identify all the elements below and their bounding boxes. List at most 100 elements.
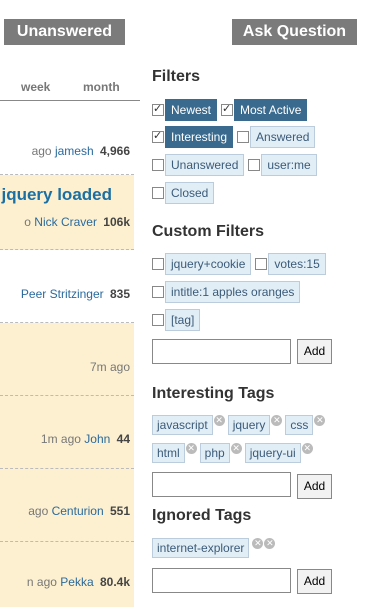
custom-filter-row: [tag] [152, 309, 204, 331]
user-link[interactable]: Peer Stritzinger [21, 287, 104, 301]
ignored-tags-heading: Ignored Tags [152, 507, 252, 524]
checkbox[interactable] [152, 286, 164, 298]
checkbox[interactable] [152, 102, 164, 116]
add-interesting-tag-button[interactable]: Add [297, 474, 332, 499]
checkbox[interactable] [152, 258, 164, 270]
custom-filter-row: intitle:1 apples oranges [152, 281, 304, 303]
interesting-tag[interactable]: jquery [227, 415, 271, 435]
interesting-tags-heading: Interesting Tags [152, 385, 275, 402]
filter-newest[interactable]: Newest [152, 99, 219, 121]
user-reputation: 44 [116, 432, 130, 446]
remove-tag-icon[interactable]: ✕ [301, 443, 313, 454]
custom-filter-label[interactable]: jquery+cookie [165, 253, 252, 275]
filter-label[interactable]: user:me [261, 154, 317, 176]
filter-closed[interactable]: Closed [152, 182, 216, 204]
custom-filter[interactable]: votes:15 [255, 253, 327, 275]
filter-most-active[interactable]: Most Active [221, 99, 309, 121]
remove-tag-icon[interactable]: ✕ [185, 443, 197, 454]
checkbox[interactable] [152, 159, 164, 171]
filter-interesting[interactable]: Interesting [152, 126, 235, 148]
checkbox[interactable] [237, 131, 250, 143]
filter-row: Closed [152, 182, 218, 204]
user-link[interactable]: Centurion [52, 504, 104, 518]
checkbox[interactable] [152, 129, 164, 143]
user-link[interactable]: John [84, 432, 110, 446]
filters-heading: Filters [152, 68, 201, 85]
user-reputation: 835 [109, 287, 130, 301]
question-time: ago [31, 144, 52, 158]
user-reputation: 80.4k [99, 575, 130, 589]
checkbox[interactable] [248, 159, 261, 171]
custom-filters-heading: Custom Filters [152, 223, 265, 240]
remove-tag-icon[interactable]: ✕ [264, 538, 276, 549]
question-row[interactable]: 1m ago John 44 [0, 396, 134, 469]
custom-filter-label[interactable]: votes:15 [268, 253, 326, 275]
user-reputation: 4,966 [99, 144, 130, 158]
ignored-tag-input[interactable] [152, 568, 291, 593]
question-list: week month ago jamesh 4,966 jquery loade… [0, 70, 140, 607]
question-time: ago [28, 504, 49, 518]
filter-label[interactable]: Unanswered [165, 154, 245, 176]
interesting-tags-row: html ✕ php ✕ jquery-ui ✕ [152, 443, 316, 463]
add-custom-filter-button[interactable]: Add [297, 339, 332, 364]
question-row[interactable]: ago Centurion 551 [0, 469, 134, 542]
interesting-tag[interactable]: jquery-ui [244, 443, 301, 463]
ask-question-button[interactable]: Ask Question [232, 19, 357, 45]
filter-label[interactable]: Most Active [234, 99, 308, 121]
question-row[interactable]: n ago Pekka 80.4k [0, 542, 134, 607]
question-row[interactable]: jquery loaded o Nick Craver 106k [0, 175, 134, 250]
user-reputation: 106k [103, 215, 130, 229]
remove-tag-icon[interactable]: ✕ [252, 538, 264, 549]
custom-filter[interactable]: [tag] [152, 309, 202, 331]
user-reputation: 551 [109, 504, 130, 518]
filter-row: Interesting Answered [152, 126, 319, 148]
interesting-tag-input[interactable] [152, 472, 291, 497]
checkbox[interactable] [152, 314, 164, 326]
checkbox[interactable] [221, 102, 234, 116]
custom-filter[interactable]: intitle:1 apples oranges [152, 281, 302, 303]
question-time: 7m ago [89, 360, 130, 374]
filter-label[interactable]: Interesting [165, 126, 234, 148]
custom-filter-label[interactable]: intitle:1 apples oranges [165, 281, 301, 303]
filter-answered[interactable]: Answered [237, 126, 317, 148]
unanswered-button[interactable]: Unanswered [4, 19, 125, 45]
remove-tag-icon[interactable]: ✕ [314, 415, 326, 426]
interesting-tags-row: javascript ✕ jquery ✕ css ✕ [152, 415, 328, 435]
user-link[interactable]: Pekka [60, 575, 93, 589]
interesting-tag[interactable]: html [152, 443, 185, 463]
interesting-tag[interactable]: javascript [152, 415, 213, 435]
ignored-tag[interactable]: internet-explorer [152, 538, 250, 558]
filter-unanswered[interactable]: Unanswered [152, 154, 246, 176]
custom-filter-input[interactable] [152, 339, 291, 364]
remove-tag-icon[interactable]: ✕ [213, 415, 225, 426]
tab-month[interactable]: month [83, 80, 120, 94]
question-time: o [24, 215, 31, 229]
ignored-tags-row: internet-explorer ✕ ✕ [152, 538, 278, 558]
filter-user-me[interactable]: user:me [248, 154, 318, 176]
interesting-tag[interactable]: php [199, 443, 230, 463]
filter-label[interactable]: Newest [165, 99, 218, 121]
custom-filter-row: jquery+cookie votes:15 [152, 253, 330, 275]
checkbox[interactable] [152, 187, 164, 199]
filter-row: Unanswered user:me [152, 154, 321, 176]
question-row[interactable]: 7m ago [0, 323, 134, 396]
add-ignored-tag-button[interactable]: Add [297, 569, 332, 594]
user-link[interactable]: Nick Craver [34, 215, 97, 229]
user-link[interactable]: jamesh [55, 144, 94, 158]
checkbox[interactable] [255, 258, 268, 270]
custom-filter[interactable]: jquery+cookie [152, 253, 253, 275]
time-tabs: week month [0, 70, 140, 101]
question-time: 1m ago [40, 432, 81, 446]
question-time: n ago [26, 575, 57, 589]
remove-tag-icon[interactable]: ✕ [271, 415, 283, 426]
interesting-tag[interactable]: css [285, 415, 314, 435]
question-row[interactable]: Peer Stritzinger 835 [0, 250, 134, 323]
filter-label[interactable]: Answered [250, 126, 316, 148]
filter-row: Newest Most Active [152, 99, 311, 121]
custom-filter-label[interactable]: [tag] [165, 309, 201, 331]
tab-week[interactable]: week [21, 80, 50, 94]
question-title[interactable]: jquery loaded [1, 185, 112, 205]
filter-label[interactable]: Closed [165, 182, 215, 204]
remove-tag-icon[interactable]: ✕ [230, 443, 242, 454]
question-row[interactable]: ago jamesh 4,966 [0, 101, 134, 175]
